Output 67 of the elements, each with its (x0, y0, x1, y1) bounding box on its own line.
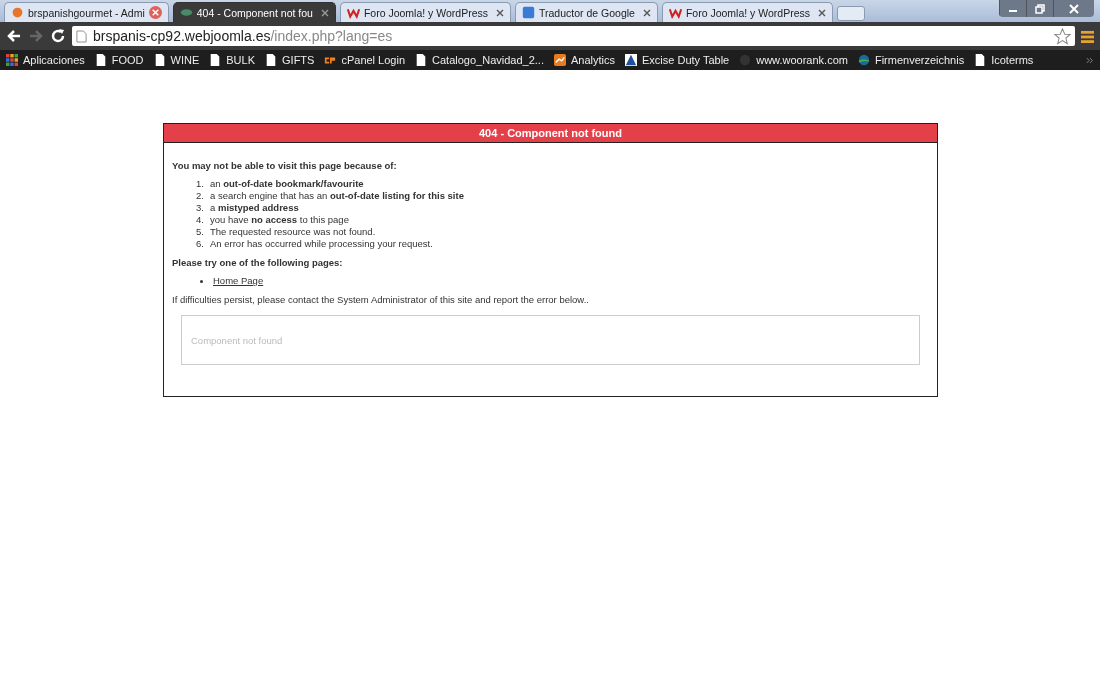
bookmark[interactable]: FOOD (94, 54, 144, 66)
browser-tab[interactable]: Foro Joomla! y WordPress (661, 2, 833, 22)
browser-tab[interactable]: Foro Joomla! y WordPress (339, 2, 511, 22)
close-icon[interactable] (320, 8, 329, 17)
close-button[interactable] (1053, 0, 1094, 17)
bookmark[interactable]: cPanel Login (324, 54, 406, 66)
bookmark[interactable]: Icoterms (974, 54, 1034, 66)
back-icon[interactable] (6, 28, 22, 44)
page-icon (76, 29, 87, 43)
browser-tab[interactable]: 404 - Component not fou (172, 2, 336, 22)
w-logo-icon (346, 6, 360, 19)
reason-text: An error has occurred while processing your request. (210, 238, 433, 250)
page-icon (94, 54, 107, 66)
page-icon (265, 54, 278, 66)
contact-text: If difficulties persist, please contact the System Administrator of this site and report the error below.. (172, 294, 590, 305)
address-bar[interactable]: brspanis-cp92.webjoomla.es/index.php?lang=es (72, 26, 1075, 46)
restore-icon (1035, 3, 1045, 14)
menu-icon[interactable] (1081, 28, 1094, 44)
chevron-icon[interactable] (1086, 56, 1094, 64)
reason-text: The requested resource was not found. (210, 226, 376, 238)
bookmark[interactable]: GIFTS (265, 54, 315, 66)
list-number: 6. (195, 238, 204, 250)
try-heading: Please try one of the following pages: (172, 257, 344, 268)
page-icon (209, 54, 222, 66)
close-icon[interactable] (642, 8, 651, 17)
list-number: 2. (195, 190, 204, 202)
bookmark[interactable]: Excise Duty Table (625, 54, 730, 66)
bookmark[interactable]: Catalogo_Navidad_2... (415, 54, 544, 66)
home-link[interactable]: Home Page (213, 275, 264, 287)
star-icon[interactable] (1054, 27, 1071, 45)
bookmark[interactable]: WINE (153, 54, 200, 66)
browser-tab[interactable]: Traductor de Google (515, 2, 658, 22)
restore-button[interactable] (1026, 0, 1053, 17)
error-title: 404 - Component not found (164, 124, 937, 143)
reason-text: a search engine that has an out-of-date listing for this site (210, 190, 464, 202)
close-icon[interactable] (496, 8, 504, 17)
browser-tab[interactable]: brspanishgourmet - Admi (4, 2, 169, 22)
bookmark[interactable]: Analytics (553, 54, 615, 66)
list-number: 1. (195, 178, 204, 190)
bookmark[interactable]: Aplicaciones (6, 54, 85, 66)
list-number: 3. (195, 202, 204, 214)
w-logo-icon (668, 6, 682, 19)
page-icon (415, 54, 428, 66)
reason-text: you have no access to this page (210, 214, 349, 226)
page-icon (974, 54, 987, 66)
close-icon[interactable] (818, 8, 826, 17)
intro-text: You may not be able to visit this page because of: (172, 160, 398, 171)
reason-text: a mistyped address (210, 202, 299, 214)
apps-grid-icon (6, 54, 18, 66)
close-icon (1069, 3, 1079, 14)
bookmark[interactable]: BULK (209, 54, 256, 66)
bookmark[interactable]: www.woorank.com (739, 54, 848, 66)
translate-icon (522, 6, 535, 19)
minimize-button[interactable] (999, 0, 1026, 17)
list-number: 5. (195, 226, 204, 238)
close-icon[interactable] (148, 6, 162, 19)
flag-icon (625, 54, 637, 66)
reload-icon[interactable] (50, 28, 66, 44)
error-message: Component not found (191, 334, 283, 346)
cpanel-icon (324, 54, 337, 66)
bookmark[interactable]: Firmenverzeichnis (857, 54, 965, 66)
minimize-icon (1009, 10, 1017, 12)
bullet-icon (200, 279, 203, 283)
list-number: 4. (195, 214, 204, 226)
reason-text: an out-of-date bookmark/favourite (210, 178, 364, 190)
page-icon (153, 54, 166, 66)
chart-icon (553, 54, 566, 66)
